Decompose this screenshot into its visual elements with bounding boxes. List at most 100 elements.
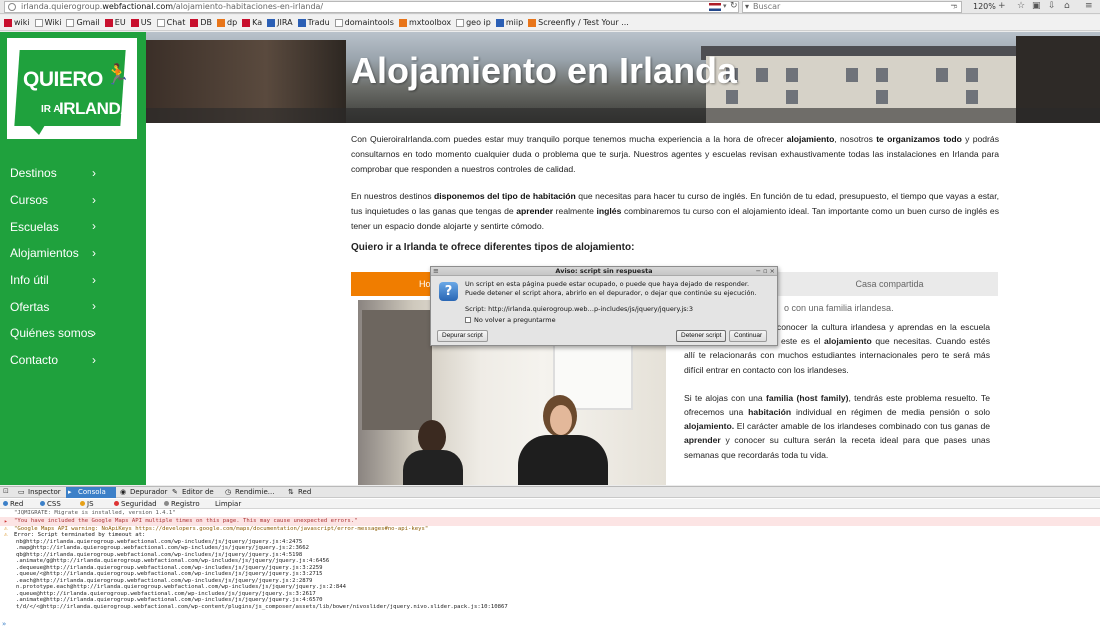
filter-label: CSS bbox=[47, 500, 61, 508]
zoom-in-icon[interactable]: + bbox=[998, 1, 1006, 11]
filter-js[interactable]: JS bbox=[80, 499, 94, 509]
bookmark-item[interactable]: wiki bbox=[4, 18, 30, 27]
bookmark-item[interactable]: JIRA bbox=[267, 18, 293, 27]
photo-person-1-head bbox=[418, 420, 446, 454]
menu-item-info-util[interactable]: Info útil › bbox=[0, 267, 146, 294]
devtools-panel: ⊡ ▭ Inspector ▸ Consola ◉ Depurador ✎ Editor… bbox=[0, 486, 1100, 628]
bookmark-item[interactable]: miip bbox=[495, 18, 524, 27]
console-message: "You have included the Google Maps API m… bbox=[14, 517, 358, 524]
tab-console[interactable]: ▸ Consola bbox=[66, 487, 116, 498]
tab-label: Rendimie... bbox=[235, 488, 275, 496]
tab-debugger[interactable]: ◉ Depurador bbox=[118, 487, 168, 498]
bookmark-label: domaintools bbox=[344, 18, 394, 27]
bookmark-item[interactable]: geo ip bbox=[456, 18, 491, 27]
bookmark-item[interactable]: dp bbox=[217, 18, 237, 27]
tab-label: Red bbox=[298, 488, 312, 496]
bookmark-item[interactable]: DB bbox=[190, 18, 212, 27]
search-engine-icon[interactable]: ▾ bbox=[745, 2, 749, 12]
hero-banner: Alojamiento en Irlanda bbox=[146, 32, 1100, 123]
tab-inspector[interactable]: ▭ Inspector bbox=[16, 487, 64, 498]
bookmark-label: Chat bbox=[166, 18, 186, 27]
filter-logging[interactable]: Registro bbox=[164, 499, 200, 509]
reload-icon[interactable]: ↻ bbox=[730, 1, 738, 11]
bookmark-item[interactable]: domaintools bbox=[334, 18, 394, 27]
menu-item-label: Destinos bbox=[10, 166, 57, 181]
bookmark-item[interactable]: Tradu bbox=[297, 18, 330, 27]
dont-ask-again-checkbox[interactable]: No volver a preguntarme bbox=[465, 316, 556, 324]
bookmark-label: Gmail bbox=[76, 18, 100, 27]
console-input-prompt[interactable]: » bbox=[2, 620, 6, 628]
menu-item-escuelas[interactable]: Escuelas › bbox=[0, 213, 146, 240]
checkbox-box[interactable] bbox=[465, 317, 471, 323]
search-bar[interactable]: ▾ Buscar ⌕ bbox=[742, 1, 962, 13]
menu-item-label: Quiénes somos bbox=[10, 326, 94, 341]
language-flag-icon[interactable] bbox=[709, 3, 721, 11]
tab-network[interactable]: ⇅ Red bbox=[286, 487, 326, 498]
bookmark-item[interactable]: EU bbox=[104, 18, 126, 27]
star-icon[interactable]: ☆ bbox=[1017, 1, 1025, 11]
url-bar[interactable]: irlanda.quierogroup.webfactional.com/alo… bbox=[4, 1, 739, 13]
bookmark-label: miip bbox=[505, 18, 524, 27]
text-run: Si te alojas con una bbox=[684, 392, 766, 403]
bold-text-run: familia (host family) bbox=[765, 392, 849, 403]
menu-item-destinos[interactable]: Destinos › bbox=[0, 160, 146, 187]
zoom-out-icon[interactable]: − bbox=[950, 1, 958, 11]
bold-text-run: alojamiento. bbox=[684, 421, 735, 432]
bookmark-item[interactable]: Gmail bbox=[66, 18, 100, 27]
menu-item-cursos[interactable]: Cursos › bbox=[0, 187, 146, 214]
download-icon[interactable]: ⇩ bbox=[1048, 1, 1056, 11]
continue-button[interactable]: Continuar bbox=[729, 330, 768, 342]
filter-net[interactable]: Red bbox=[3, 499, 23, 509]
stop-script-button[interactable]: Detener script bbox=[676, 330, 727, 342]
accommodation-types-heading: Quiero ir a Irlanda te ofrece diferentes… bbox=[351, 242, 635, 253]
pick-element-icon[interactable]: ⊡ bbox=[3, 487, 9, 495]
text-run: Con QuieroiraIrlanda.com puedes estar mu… bbox=[351, 134, 787, 144]
bookmark-favicon-icon bbox=[398, 18, 407, 27]
url-path: /alojamiento-habitaciones-en-irlanda/ bbox=[173, 2, 324, 11]
stack-frame: t/d/</<@http://irlanda.quierogroup.webfa… bbox=[16, 603, 508, 610]
site-logo[interactable]: QUIERO 🏃 IR A IRLANDA bbox=[7, 38, 137, 139]
url-prefix: irlanda.quierogroup. bbox=[21, 2, 103, 11]
bookmark-item[interactable]: US bbox=[130, 18, 152, 27]
menu-item-ofertas[interactable]: Ofertas › bbox=[0, 293, 146, 320]
tab-style-editor[interactable]: ✎Editor de ... bbox=[170, 487, 222, 507]
debug-script-button[interactable]: Depurar script bbox=[437, 330, 488, 342]
filter-security[interactable]: Seguridad bbox=[114, 499, 157, 509]
zoom-level[interactable]: 120% bbox=[973, 2, 996, 11]
console-message: Error: Script terminated by timeout at: bbox=[14, 532, 146, 538]
menu-item-contacto[interactable]: Contacto › bbox=[0, 347, 146, 374]
window-controls-icon[interactable]: − ▫ × bbox=[756, 267, 775, 275]
hero-window bbox=[966, 68, 978, 82]
bookmark-item[interactable]: Ka bbox=[242, 18, 262, 27]
clipboard-icon[interactable]: ▣ bbox=[1032, 1, 1041, 11]
text-run: En nuestros destinos bbox=[351, 191, 434, 201]
bold-text-run: alojamiento bbox=[786, 134, 835, 144]
dropdown-arrow-icon[interactable]: ▾ bbox=[723, 2, 727, 10]
chevron-right-icon: › bbox=[92, 352, 96, 367]
dialog-titlebar[interactable]: ≡ Aviso: script sin respuesta − ▫ × bbox=[431, 267, 777, 276]
menu-icon[interactable]: ≡ bbox=[1085, 1, 1093, 11]
bookmark-label: Screenfly / Test Your ... bbox=[538, 18, 629, 27]
bookmark-label: Tradu bbox=[307, 18, 330, 27]
bookmark-label: US bbox=[140, 18, 152, 27]
bookmark-item[interactable]: mxtoolbox bbox=[398, 18, 452, 27]
security-dot-icon bbox=[114, 501, 119, 506]
bookmark-item[interactable]: Screenfly / Test Your ... bbox=[528, 18, 629, 27]
bold-text-run: disponemos del tipo de habitación bbox=[434, 191, 576, 201]
menu-item-label: Alojamientos bbox=[10, 246, 79, 261]
bookmark-item[interactable]: Wiki bbox=[34, 18, 61, 27]
menu-item-alojamientos[interactable]: Alojamientos › bbox=[0, 240, 146, 267]
bookmark-favicon-icon bbox=[297, 18, 306, 27]
tab-performance[interactable]: ◷ Rendimie... bbox=[223, 487, 275, 498]
chevron-right-icon: › bbox=[92, 272, 96, 287]
bold-text-run: aprender bbox=[516, 206, 554, 216]
bookmark-label: mxtoolbox bbox=[408, 18, 452, 27]
network-icon: ⇅ bbox=[288, 488, 294, 496]
filter-css[interactable]: CSS bbox=[40, 499, 61, 509]
clear-console-button[interactable]: Limpiar bbox=[215, 499, 241, 509]
menu-item-quienes-somos[interactable]: Quiénes somos › bbox=[0, 320, 146, 347]
tab-casa-compartida[interactable]: Casa compartida bbox=[781, 272, 998, 296]
home-icon[interactable]: ⌂ bbox=[1064, 1, 1070, 11]
bookmark-favicon-icon bbox=[495, 18, 504, 27]
bookmark-item[interactable]: Chat bbox=[156, 18, 186, 27]
